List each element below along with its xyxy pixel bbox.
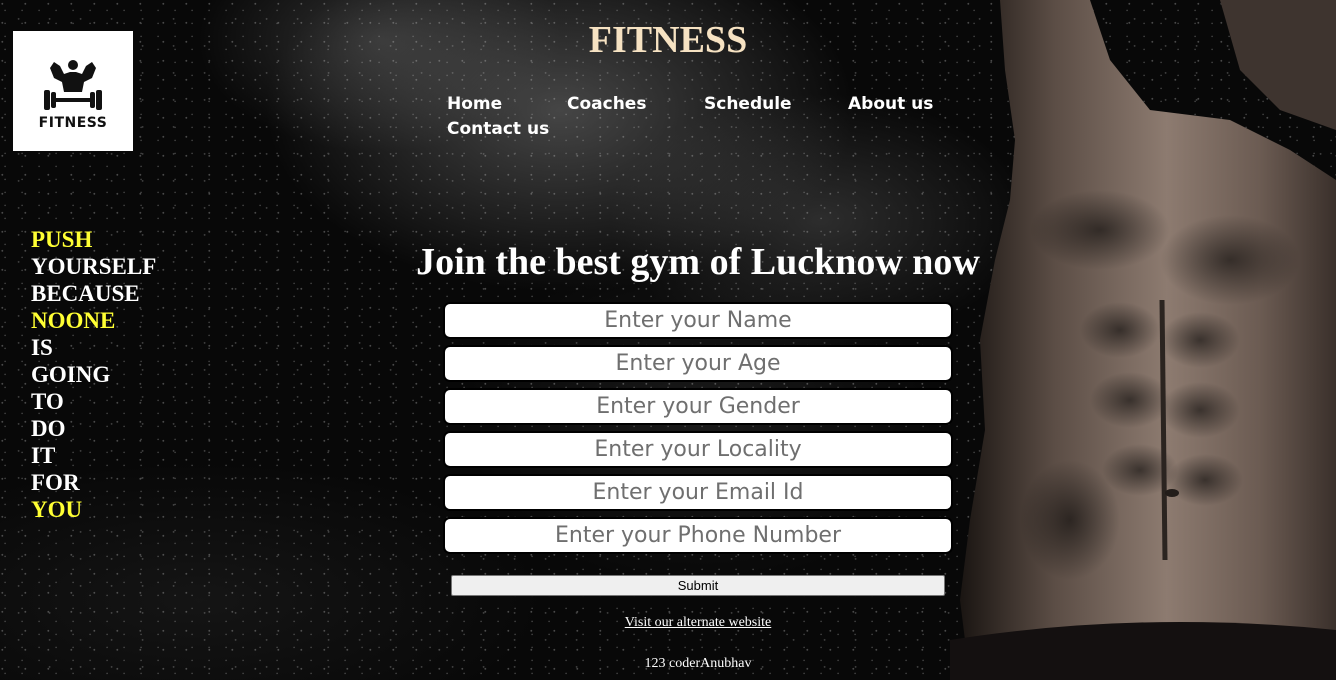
slogan-line: BECAUSE <box>31 281 140 306</box>
slogan-line: IS <box>31 335 53 360</box>
alternate-website-link-wrap: Visit our alternate website <box>0 615 1336 631</box>
nav-schedule[interactable]: Schedule <box>704 94 792 114</box>
nav-about-us[interactable]: About us <box>848 94 933 114</box>
locality-field[interactable] <box>443 431 953 468</box>
bodybuilder-dumbbell-icon: GYM <box>44 59 102 110</box>
phone-field[interactable] <box>443 517 953 554</box>
footer-text: 123 coderAnubhav <box>644 656 752 671</box>
svg-text:GYM: GYM <box>65 91 80 98</box>
age-field[interactable] <box>443 345 953 382</box>
slogan-line: FOR <box>31 470 80 495</box>
slogan-line: YOU <box>31 497 83 522</box>
nav-contact-us[interactable]: Contact us <box>447 119 549 139</box>
name-field[interactable] <box>443 302 953 339</box>
submit-button[interactable]: Submit <box>451 575 945 596</box>
slogan-line: DO <box>31 416 66 441</box>
gender-field[interactable] <box>443 388 953 425</box>
nav-home[interactable]: Home <box>447 94 502 114</box>
site-title: FITNESS <box>588 19 748 61</box>
slogan-line: GOING <box>31 362 111 387</box>
slogan-line: NOONE <box>31 308 116 333</box>
athlete-image <box>950 0 1336 680</box>
logo-brand-text: FITNESS <box>38 114 108 131</box>
slogan-line: IT <box>31 443 56 468</box>
nav-coaches[interactable]: Coaches <box>567 94 646 114</box>
email-field[interactable] <box>443 474 953 511</box>
join-heading: Join the best gym of Lucknow now <box>416 241 980 283</box>
alternate-website-link[interactable]: Visit our alternate website <box>625 615 772 630</box>
slogan-line: TO <box>31 389 64 414</box>
